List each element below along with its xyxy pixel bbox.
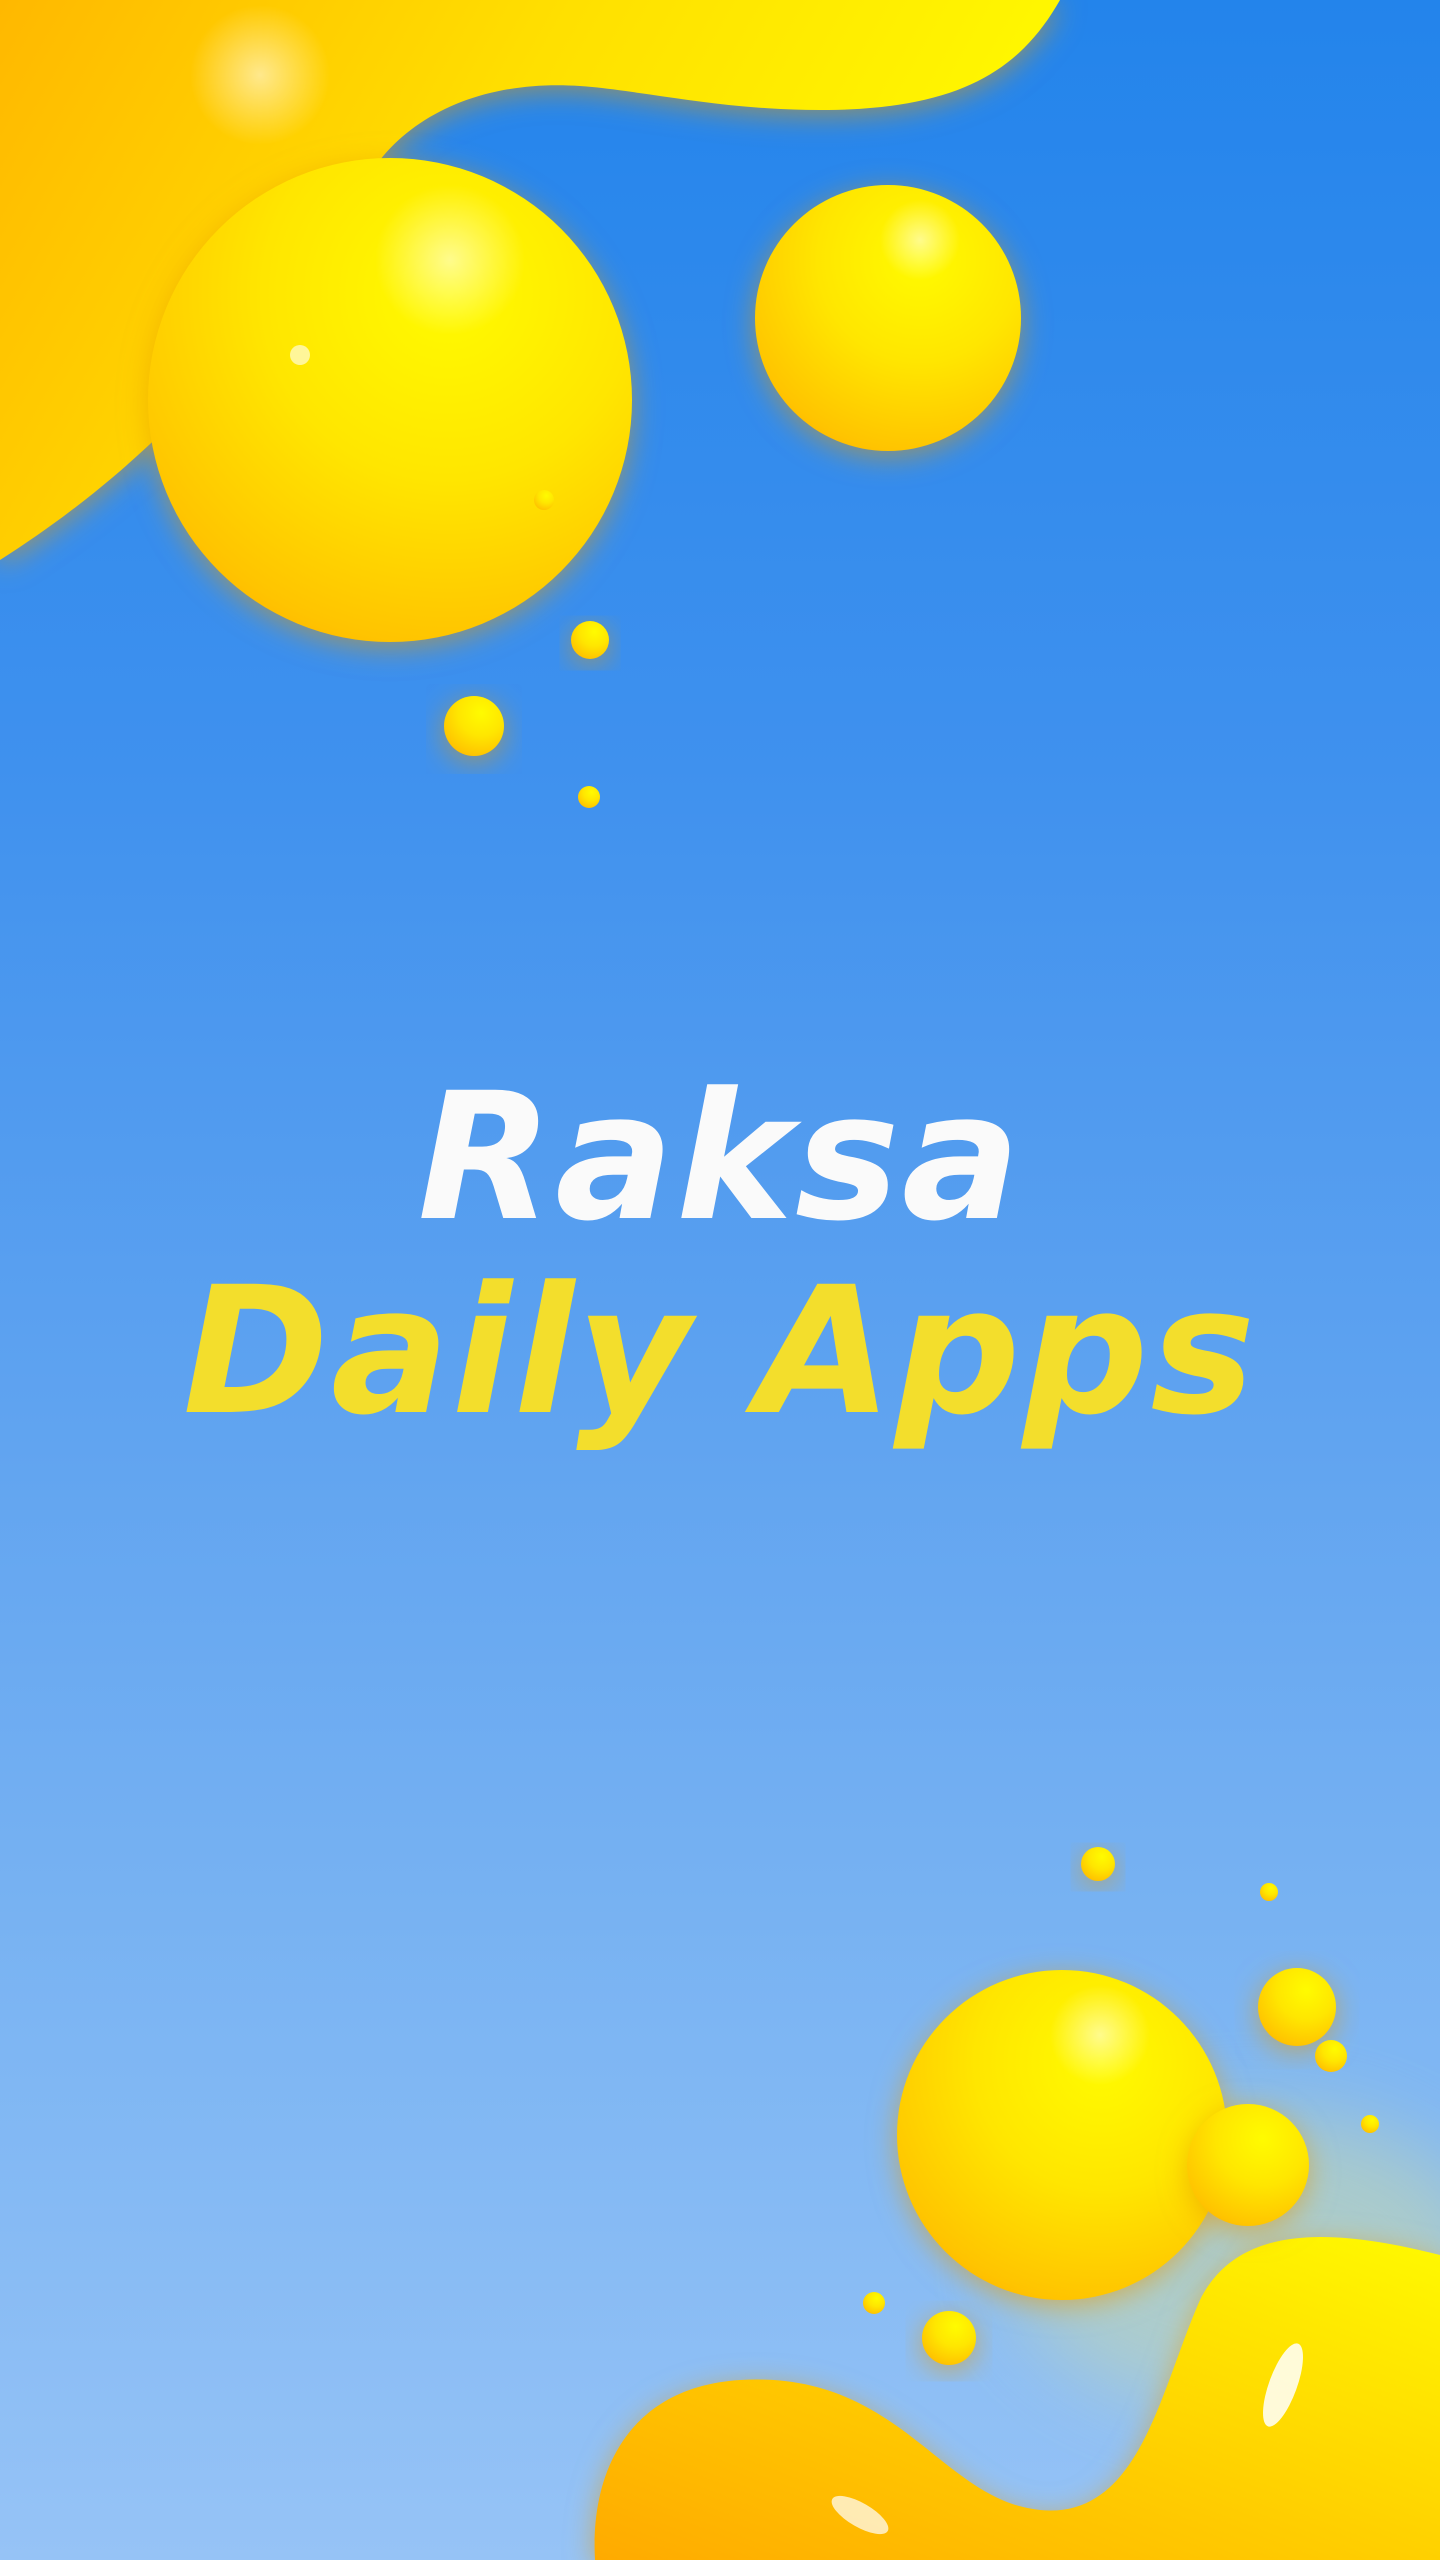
splash-screen: Raksa Daily Apps [0,0,1440,2560]
medium-bubble-bottom [1187,2104,1309,2226]
app-title-secondary: Daily Apps [182,1249,1258,1454]
app-title: Raksa Daily Apps [0,1070,1440,1440]
app-title-primary: Raksa [417,1055,1023,1260]
